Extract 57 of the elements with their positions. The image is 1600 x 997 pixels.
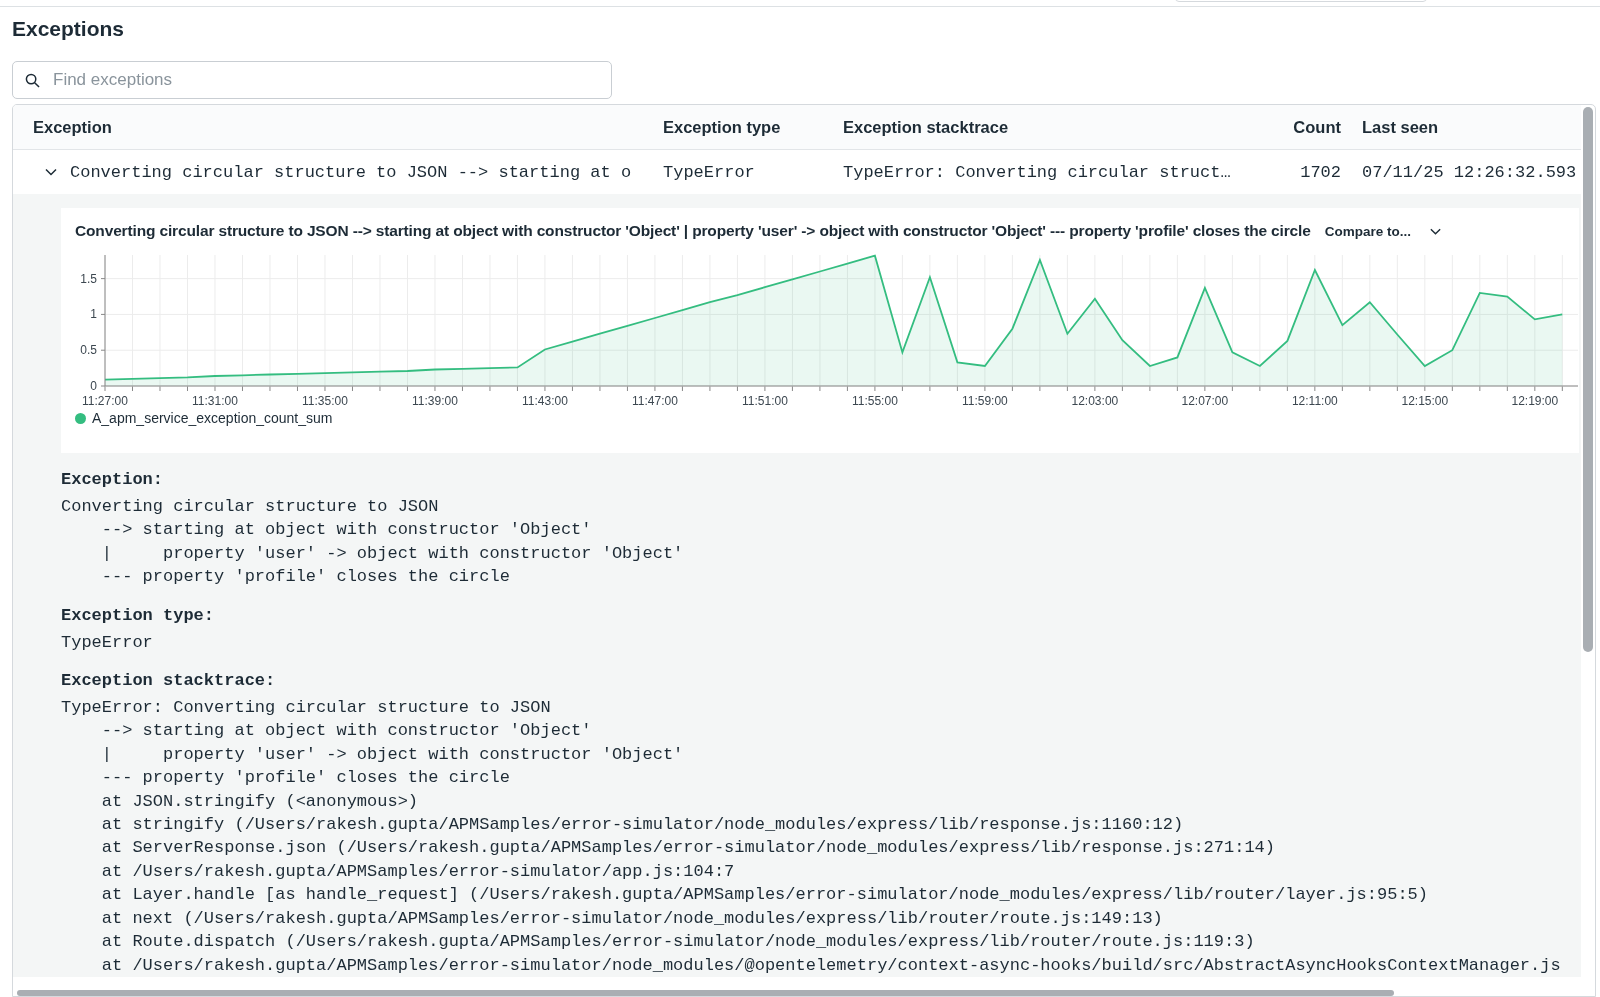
code-line: --> starting at object with constructor 'Object'	[100, 519, 593, 542]
axis-label: 12:07:00	[1181, 394, 1229, 408]
code-line: at /Users/rakesh.gupta/APMSamples/error-simulator/app.js:104:7	[100, 860, 736, 883]
code-line: at /Users/rakesh.gupta/APMSamples/error-simulator/node_modules/@opentelemetry/context-async-hooks/build/src/AbstractAsyncHooksContextManager.js	[100, 954, 1562, 977]
code-line: at ServerResponse.json (/Users/rakesh.gupta/APMSamples/error-simulator/node_modules/express/lib/response.js:271:14)	[100, 837, 1276, 860]
column-header: Last seen	[1361, 117, 1439, 137]
column-header: Exception stacktrace	[843, 117, 1010, 137]
code-line: TypeError	[61, 631, 154, 654]
axis-label: 0	[90, 379, 97, 393]
axis-label: 11:59:00	[962, 394, 1008, 408]
code-line: at next (/Users/rakesh.gupta/APMSamples/error-simulator/node_modules/express/lib/router/route.js:149:13)	[100, 907, 1164, 930]
axis-label: 11:43:00	[522, 394, 568, 408]
code-line: --- property 'profile' closes the circle	[100, 767, 511, 790]
axis-label: 11:27:00	[82, 394, 128, 408]
legend-label: A_apm_service_exception_count_sum	[92, 410, 333, 426]
scrollbar-thumb[interactable]	[17, 990, 1394, 996]
axis-label: 11:39:00	[412, 394, 458, 408]
code-line: TypeError: Converting circular structure to JSON	[61, 697, 552, 720]
search-icon	[25, 73, 40, 88]
table-cell-text: TypeError: Converting circular struct…	[843, 162, 1232, 182]
column-header: Count	[1292, 117, 1341, 137]
column-header: Exception type	[663, 117, 782, 137]
chart-title: Converting circular structure to JSON --> starting at object with constructor 'Object' | property 'user' -> object with constructor 'Object' --- property 'profile' closes the circle	[75, 222, 1311, 240]
code-line: Converting circular structure to JSON	[61, 496, 440, 518]
section-label: Exception type:	[61, 604, 216, 627]
table-cell-text: TypeError	[663, 162, 756, 182]
axis-label: 1	[90, 307, 97, 322]
axis-label: 12:03:00	[1071, 394, 1119, 408]
code-line: | property 'user' -> object with constructor 'Object'	[100, 542, 685, 565]
table-cell-text: 1702	[1299, 162, 1341, 182]
axis-label: 12:11:00	[1291, 394, 1338, 408]
section-label: Exception stacktrace:	[61, 670, 277, 693]
table-cell-text: 07/11/25 12:26:32.593	[1361, 162, 1577, 182]
axis-label: 11:31:00	[192, 394, 238, 408]
axis-label: 11:51:00	[742, 394, 788, 408]
code-line: at Route.dispatch (/Users/rakesh.gupta/APMSamples/error-simulator/node_modules/express/lib/router/route.js:119:3)	[100, 931, 1256, 954]
axis-label: 11:47:00	[632, 394, 678, 408]
column-header: Exception	[32, 117, 113, 137]
axis-label: 1.5	[80, 271, 97, 286]
code-line: | property 'user' -> object with constructor 'Object'	[100, 743, 685, 766]
code-line: --> starting at object with constructor 'Object'	[100, 720, 593, 743]
axis-label: 12:15:00	[1401, 394, 1449, 408]
code-line: --- property 'profile' closes the circle	[100, 566, 511, 589]
compare-dropdown[interactable]: Compare to...	[1324, 223, 1442, 239]
page-title: Exceptions	[12, 17, 126, 42]
axis-label: 11:55:00	[852, 394, 898, 408]
code-line: at JSON.stringify (<anonymous>)	[100, 790, 420, 813]
table-cell: Converting circular structure to JSON --> starting at o	[70, 162, 632, 182]
code-line: at stringify (/Users/rakesh.gupta/APMSamples/error-simulator/node_modules/express/lib/response.js:1160:12)	[100, 814, 1185, 837]
axis-label: 0.5	[80, 343, 97, 358]
scrollbar-thumb[interactable]	[1583, 107, 1593, 652]
axis-label: 12:19:00	[1511, 394, 1559, 408]
legend-dot	[75, 412, 86, 424]
code-line: at Layer.handle [as handle_request] (/Users/rakesh.gupta/APMSamples/error-simulator/node_modules/express/lib/router/layer.js:95:5)	[100, 884, 1430, 907]
axis-label: 11:35:00	[302, 394, 348, 408]
search-field[interactable]: Find exceptions	[12, 61, 612, 99]
section-label: Exception:	[61, 469, 165, 491]
